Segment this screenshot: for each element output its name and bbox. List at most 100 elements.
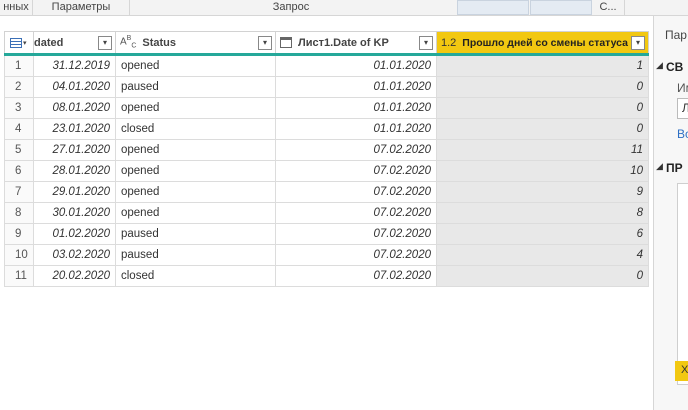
row-index-cell[interactable]: 10 <box>4 244 34 266</box>
ribbon-separator <box>624 0 625 15</box>
collapse-arrow-icon[interactable]: ◢ <box>656 161 663 172</box>
calendar-icon[interactable] <box>280 37 292 48</box>
ribbon-group-query[interactable]: Запрос <box>130 0 452 15</box>
filter-dropdown-icon[interactable]: ▾ <box>258 36 272 50</box>
row-index-cell[interactable]: 7 <box>4 181 34 203</box>
status-cell[interactable]: opened <box>115 97 276 119</box>
filter-dropdown-icon[interactable]: ▾ <box>419 36 433 50</box>
date-of-kp-cell[interactable]: 07.02.2020 <box>275 202 437 224</box>
status-cell[interactable]: paused <box>115 223 276 245</box>
date-of-kp-cell[interactable]: 07.02.2020 <box>275 265 437 287</box>
row-index-cell[interactable]: 6 <box>4 160 34 182</box>
days-since-change-cell[interactable]: 11 <box>436 139 649 161</box>
status-cell[interactable]: closed <box>115 265 276 287</box>
table-row[interactable]: 5 27.01.2020 opened 07.02.2020 11 <box>4 139 649 161</box>
column-header-date-of-kp[interactable]: Лист1.Date of KP ▾ <box>275 31 437 56</box>
date-of-kp-cell[interactable]: 01.01.2020 <box>275 76 437 98</box>
filter-dropdown-icon[interactable]: ▾ <box>631 36 645 50</box>
updated-cell[interactable]: 23.01.2020 <box>33 118 116 140</box>
row-index-cell[interactable]: 2 <box>4 76 34 98</box>
ribbon-group-parameters[interactable]: Параметры <box>33 0 129 15</box>
date-of-kp-cell[interactable]: 07.02.2020 <box>275 160 437 182</box>
column-header-label: Прошло дней со смены статуса <box>462 36 628 49</box>
name-label: Им <box>677 81 688 95</box>
days-since-change-cell[interactable]: 0 <box>436 118 649 140</box>
ribbon-group-more[interactable]: С... <box>594 0 622 15</box>
updated-cell[interactable]: 08.01.2020 <box>33 97 116 119</box>
text-type-icon[interactable]: ABC <box>120 35 136 49</box>
row-index-cell[interactable]: 9 <box>4 223 34 245</box>
status-cell[interactable]: paused <box>115 76 276 98</box>
column-header-days-since-status-change[interactable]: 1.2 Прошло дней со смены статуса ▾ <box>436 31 649 56</box>
applied-steps-list <box>677 183 688 385</box>
ribbon-group-data[interactable]: нных <box>0 0 32 15</box>
filter-dropdown-icon[interactable]: ▾ <box>98 36 112 50</box>
table-row[interactable]: 9 01.02.2020 paused 07.02.2020 6 <box>4 223 649 245</box>
date-of-kp-cell[interactable]: 07.02.2020 <box>275 223 437 245</box>
row-index-cell[interactable]: 8 <box>4 202 34 224</box>
days-since-change-cell[interactable]: 4 <box>436 244 649 266</box>
column-header-label: Status <box>142 36 177 49</box>
table-row[interactable]: 6 28.01.2020 opened 07.02.2020 10 <box>4 160 649 182</box>
updated-cell[interactable]: 31.12.2019 <box>33 54 116 77</box>
updated-cell[interactable]: 29.01.2020 <box>33 181 116 203</box>
column-header-status[interactable]: ABC Status ▾ <box>115 31 276 56</box>
query-name-value: Л <box>682 101 688 115</box>
column-header-label: dated <box>34 36 64 49</box>
days-since-change-cell[interactable]: 9 <box>436 181 649 203</box>
days-since-change-cell[interactable]: 6 <box>436 223 649 245</box>
row-index-cell[interactable]: 11 <box>4 265 34 287</box>
table-row[interactable]: 4 23.01.2020 closed 01.01.2020 0 <box>4 118 649 140</box>
table-row[interactable]: 3 08.01.2020 opened 01.01.2020 0 <box>4 97 649 119</box>
table-row[interactable]: 7 29.01.2020 opened 07.02.2020 9 <box>4 181 649 203</box>
status-cell[interactable]: opened <box>115 202 276 224</box>
days-since-change-cell[interactable]: 0 <box>436 76 649 98</box>
status-cell[interactable]: opened <box>115 139 276 161</box>
status-cell[interactable]: opened <box>115 181 276 203</box>
status-cell[interactable]: closed <box>115 118 276 140</box>
row-index-cell[interactable]: 4 <box>4 118 34 140</box>
days-since-change-cell[interactable]: 10 <box>436 160 649 182</box>
properties-section-header[interactable]: СВ <box>666 60 683 74</box>
date-of-kp-cell[interactable]: 07.02.2020 <box>275 244 437 266</box>
date-of-kp-cell[interactable]: 01.01.2020 <box>275 97 437 119</box>
delete-step-icon[interactable]: Х <box>681 364 688 376</box>
ribbon: нных Параметры Запрос С... <box>0 0 688 16</box>
updated-cell[interactable]: 01.02.2020 <box>33 223 116 245</box>
days-since-change-cell[interactable]: 0 <box>436 97 649 119</box>
applied-steps-header[interactable]: ПР <box>666 161 683 175</box>
date-of-kp-cell[interactable]: 01.01.2020 <box>275 54 437 77</box>
updated-cell[interactable]: 20.02.2020 <box>33 265 116 287</box>
query-name-input[interactable]: Л <box>677 98 688 119</box>
status-cell[interactable]: opened <box>115 160 276 182</box>
table-row[interactable]: 8 30.01.2020 opened 07.02.2020 8 <box>4 202 649 224</box>
row-index-cell[interactable]: 1 <box>4 54 34 77</box>
table-row[interactable]: 2 04.01.2020 paused 01.01.2020 0 <box>4 76 649 98</box>
days-since-change-cell[interactable]: 8 <box>436 202 649 224</box>
date-of-kp-cell[interactable]: 07.02.2020 <box>275 181 437 203</box>
ribbon-button[interactable] <box>457 0 529 15</box>
row-index-cell[interactable]: 5 <box>4 139 34 161</box>
date-of-kp-cell[interactable]: 07.02.2020 <box>275 139 437 161</box>
all-properties-link[interactable]: Вс <box>677 127 688 141</box>
date-of-kp-cell[interactable]: 01.01.2020 <box>275 118 437 140</box>
updated-cell[interactable]: 28.01.2020 <box>33 160 116 182</box>
collapse-arrow-icon[interactable]: ◢ <box>656 60 663 71</box>
ribbon-button[interactable] <box>530 0 592 15</box>
applied-step-selected[interactable]: Х <box>675 361 688 381</box>
updated-cell[interactable]: 04.01.2020 <box>33 76 116 98</box>
status-cell[interactable]: paused <box>115 244 276 266</box>
days-since-change-cell[interactable]: 0 <box>436 265 649 287</box>
table-row[interactable]: 10 03.02.2020 paused 07.02.2020 4 <box>4 244 649 266</box>
days-since-change-cell[interactable]: 1 <box>436 54 649 77</box>
row-index-cell[interactable]: 3 <box>4 97 34 119</box>
updated-cell[interactable]: 27.01.2020 <box>33 139 116 161</box>
decimal-type-icon[interactable]: 1.2 <box>441 37 456 49</box>
table-row[interactable]: 11 20.02.2020 closed 07.02.2020 0 <box>4 265 649 287</box>
table-row[interactable]: 1 31.12.2019 opened 01.01.2020 1 <box>4 54 649 77</box>
updated-cell[interactable]: 03.02.2020 <box>33 244 116 266</box>
column-header-updated[interactable]: dated ▾ <box>33 31 116 56</box>
status-cell[interactable]: opened <box>115 54 276 77</box>
updated-cell[interactable]: 30.01.2020 <box>33 202 116 224</box>
table-menu-corner[interactable]: ▾ <box>4 31 34 56</box>
